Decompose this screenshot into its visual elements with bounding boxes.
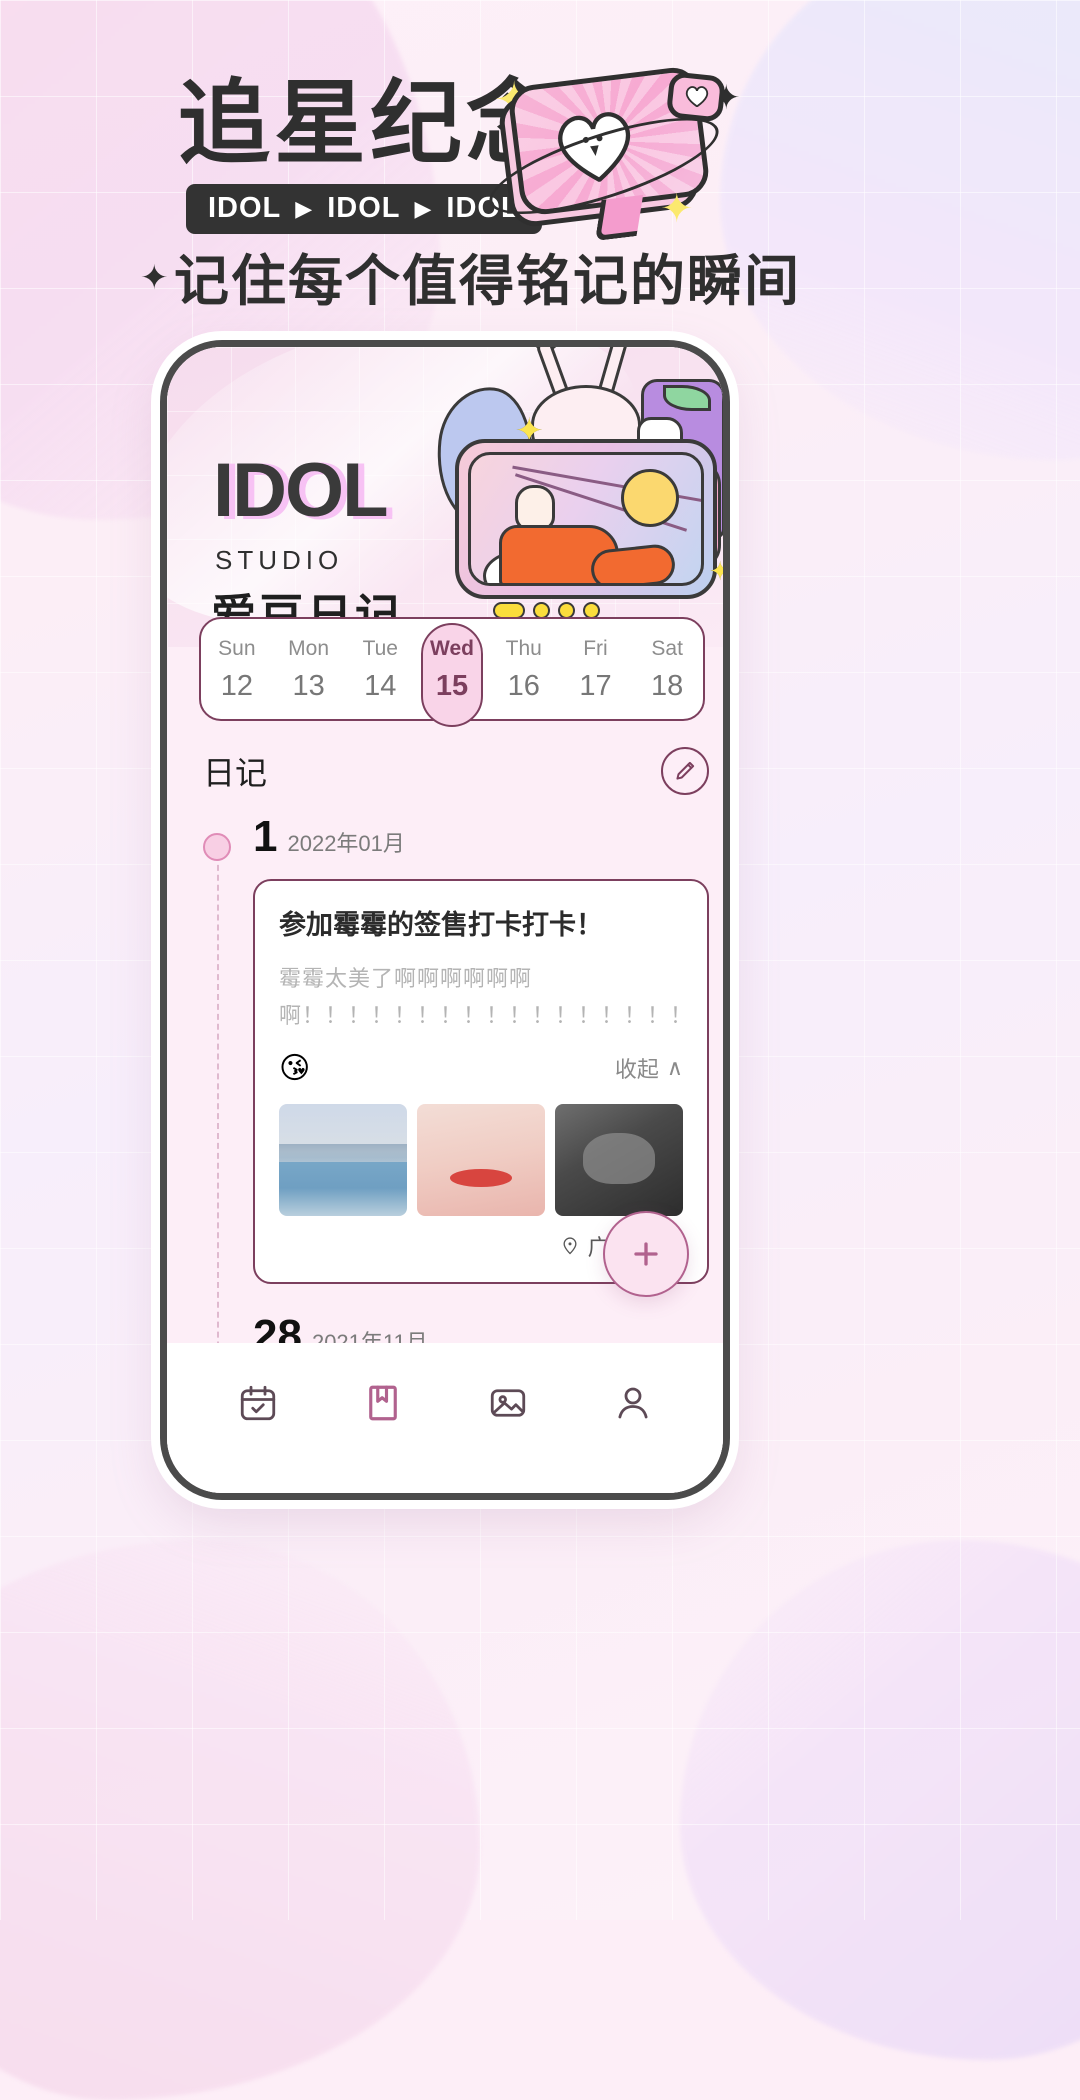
seascape-photo[interactable] [279, 1103, 407, 1216]
week-day-wed-selected[interactable]: Wed 15 [416, 623, 488, 727]
week-day-name: Sat [651, 637, 683, 660]
nav-gallery-tab[interactable] [473, 1368, 543, 1438]
illus-tv-screen [468, 452, 704, 586]
week-day-thu[interactable]: Thu 16 [488, 635, 560, 703]
app-brand-subtitle: STUDIO [215, 545, 344, 575]
diary-section-header: 日记 [203, 747, 709, 795]
app-header-banner: IDOL STUDIO 爱豆日记 ✦ [167, 347, 723, 647]
header-illustration: ✦ [419, 347, 723, 623]
week-day-name: Wed [430, 637, 474, 660]
week-day-date: 12 [220, 670, 253, 702]
sparkle-icon-left: ✦ [140, 259, 169, 297]
illus-tv-frame [455, 439, 717, 599]
week-day-fri[interactable]: Fri 17 [560, 635, 632, 703]
blowing-kiss-emoji: 😘 [279, 1051, 311, 1085]
map-pin-icon [560, 1236, 580, 1256]
badge-idol-1: IDOL [208, 192, 282, 224]
week-day-name: Sun [218, 637, 256, 660]
small-heart-icon [684, 84, 710, 107]
week-day-name: Fri [583, 637, 608, 660]
page-subtitle: 记住每个值得铭记的瞬间 [174, 250, 802, 312]
hero-illustration: ✦ ✦ [479, 58, 740, 242]
week-day-sat[interactable]: Sat 18 [631, 635, 703, 703]
collapse-label: 收起 [614, 1057, 659, 1083]
illus-star-2: ✦ [709, 556, 723, 587]
calendar-check-icon [237, 1382, 279, 1424]
app-screen: IDOL STUDIO 爱豆日记 ✦ Sun 12 Mon 13 Tue 14 … [167, 347, 723, 1493]
yellow-star-icon-2: ✦ [660, 187, 694, 231]
week-day-date: 18 [651, 670, 684, 702]
diary-card-body-line1: 霉霉太美了啊啊啊啊啊啊 [279, 966, 533, 991]
portrait-lips-photo[interactable] [417, 1103, 545, 1216]
chat-bubble-tail [594, 194, 644, 242]
idol-flow-badge: IDOL ▶ IDOL ▶ IDOL [186, 184, 542, 234]
week-day-sun[interactable]: Sun 12 [201, 635, 273, 703]
diary-photo-strip [279, 1103, 683, 1216]
week-day-tue[interactable]: Tue 14 [344, 635, 416, 703]
bottom-navigation-bar [167, 1343, 723, 1493]
play-triangle-icon-1: ▶ [295, 195, 314, 221]
week-day-date: 17 [579, 670, 612, 702]
week-day-date: 15 [435, 670, 469, 702]
entry-month-label: 2022年01月 [287, 831, 405, 856]
entry-date: 1 2022年01月 [253, 815, 709, 859]
hero-section: 追星纪念 IDOL ▶ IDOL ▶ IDOL 记住每个值得铭记的瞬间 ✦ ✦ … [0, 0, 1080, 330]
pencil-edit-icon[interactable] [661, 747, 709, 795]
diary-card-title: 参加霉霉的签售打卡打卡！ [279, 910, 603, 940]
week-day-name: Thu [505, 637, 542, 660]
week-day-date: 13 [292, 670, 325, 702]
app-brand-word: IDOL [213, 448, 389, 533]
user-icon [612, 1382, 654, 1424]
diary-card-meta-row: 😘 收起 ∧ [279, 1051, 683, 1086]
add-diary-button[interactable] [603, 1211, 689, 1297]
collapse-toggle[interactable]: 收起 ∧ [615, 1052, 683, 1084]
nav-profile-tab[interactable] [598, 1368, 668, 1438]
nav-book-tab[interactable] [348, 1368, 418, 1438]
book-icon [362, 1382, 404, 1424]
play-triangle-icon-2: ▶ [414, 195, 433, 221]
week-calendar-strip[interactable]: Sun 12 Mon 13 Tue 14 Wed 15 Thu 16 Fri 1… [199, 617, 705, 727]
diary-card-body-line2: 啊！！！！！！！！！！！！！！！！！ [279, 1003, 694, 1029]
monochrome-portrait-photo[interactable] [555, 1103, 683, 1216]
week-day-name: Tue [362, 637, 398, 660]
week-day-mon[interactable]: Mon 13 [273, 635, 345, 703]
week-day-name: Mon [288, 637, 329, 660]
entry-day-number: 1 [253, 812, 278, 861]
image-icon [487, 1382, 529, 1424]
diary-section-title: 日记 [203, 755, 268, 791]
timeline-dot [203, 833, 231, 861]
chevron-up-icon: ∧ [666, 1055, 683, 1081]
phone-mockup: IDOL STUDIO 爱豆日记 ✦ Sun 12 Mon 13 Tue 14 … [160, 340, 730, 1500]
week-day-date: 16 [507, 670, 540, 702]
nav-calendar-tab[interactable] [223, 1368, 293, 1438]
week-day-date: 14 [364, 670, 397, 702]
badge-idol-2: IDOL [327, 192, 401, 224]
illus-sun [621, 469, 679, 527]
